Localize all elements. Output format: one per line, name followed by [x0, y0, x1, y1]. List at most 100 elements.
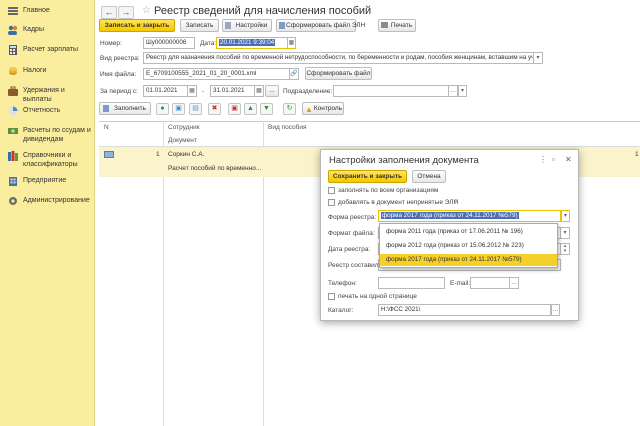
warning-icon: ▲: [305, 105, 313, 114]
move-up-icon[interactable]: ▲: [244, 103, 257, 115]
edit-row-icon[interactable]: ▤: [189, 103, 202, 115]
control-button[interactable]: ▲ Контроль: [302, 102, 344, 115]
calculator-icon: [7, 45, 18, 55]
forward-button[interactable]: →: [118, 6, 134, 19]
copy-row-icon[interactable]: ▣: [172, 103, 185, 115]
page-title: Реестр сведений для начисления пособий: [154, 5, 372, 17]
sidebar-item-label: Предприятие: [23, 177, 67, 184]
calendar-icon[interactable]: ▦: [188, 85, 197, 97]
date-value: 20.01.2021 9:39:04: [219, 39, 276, 46]
chevron-down-icon[interactable]: ▾: [534, 52, 543, 64]
chart-icon: [7, 106, 18, 116]
add-row-icon[interactable]: ●: [156, 103, 169, 115]
building-icon: [7, 176, 18, 186]
control-label: Контроль: [313, 105, 343, 112]
back-button[interactable]: ←: [101, 6, 117, 19]
gear-icon: [7, 196, 18, 206]
close-icon[interactable]: ✕: [565, 155, 572, 164]
chevron-down-icon[interactable]: ▾: [561, 227, 570, 239]
email-field[interactable]: [470, 277, 510, 289]
sidebar-item-deductions[interactable]: Удержания и выплаты: [0, 86, 95, 104]
help-icon[interactable]: ?: [454, 199, 458, 206]
fill-label: Заполнить: [114, 105, 146, 112]
link-icon[interactable]: 🔗: [290, 68, 299, 80]
settings-icon: [225, 22, 231, 29]
sidebar-item-taxes[interactable]: Налоги: [0, 66, 95, 76]
more-menu-icon[interactable]: ⋮: [539, 155, 547, 164]
period-select-button[interactable]: ...: [265, 85, 279, 97]
calendar-icon[interactable]: ▦: [255, 85, 264, 97]
phone-label: Телефон:: [328, 280, 357, 287]
sidebar-item-enterprise[interactable]: Предприятие: [0, 176, 95, 186]
refresh-icon[interactable]: ↻: [283, 103, 296, 115]
registry-type-field[interactable]: Реестр для назначения пособий по временн…: [143, 52, 534, 64]
sidebar-item-label: Кадры: [23, 26, 44, 33]
row-right-value: 1: [635, 151, 639, 158]
all-orgs-checkbox[interactable]: [328, 187, 335, 194]
sidebar-item-staff[interactable]: Кадры: [0, 25, 95, 35]
sidebar-item-main[interactable]: Главное: [0, 6, 95, 16]
maximize-icon[interactable]: ▫: [552, 155, 555, 164]
column-header-n[interactable]: N: [104, 124, 109, 131]
chevron-down-icon[interactable]: ▾: [561, 210, 570, 222]
coins-icon: [7, 66, 18, 76]
dropdown-option[interactable]: форма 2012 года (приказ от 15.06.2012 № …: [380, 240, 557, 252]
save-button[interactable]: Записать: [180, 19, 219, 32]
date-label: Дата:: [200, 40, 217, 47]
period-label: За период с:: [100, 88, 138, 95]
generate-file-button[interactable]: Сформировать файл: [305, 67, 372, 80]
dropdown-option-selected[interactable]: форма 2017 года (приказ от 24.11.2017 №5…: [380, 254, 557, 266]
number-field[interactable]: Шу000000006: [143, 37, 195, 49]
briefcase-icon: [7, 86, 18, 96]
calendar-icon[interactable]: ▦: [287, 37, 296, 49]
row-document: Расчет пособий по временно...: [168, 165, 262, 172]
menu-icon: [7, 6, 18, 16]
column-header-document[interactable]: Документ: [168, 137, 197, 144]
dialog-save-close-button[interactable]: Сохранить и закрыть: [328, 170, 407, 183]
more-icon[interactable]: …: [551, 304, 560, 316]
one-page-checkbox[interactable]: [328, 293, 335, 300]
registry-form-field[interactable]: форма 2017 года (приказ от 24.11.2017 №5…: [378, 210, 561, 222]
sidebar-item-references[interactable]: Справочники и классификаторы: [0, 151, 95, 169]
row-number: 1: [156, 151, 160, 158]
add-unaccepted-checkbox[interactable]: [328, 199, 335, 206]
settings-button[interactable]: Настройки: [222, 19, 272, 32]
period-to-field[interactable]: 31.01.2021: [210, 85, 255, 97]
sidebar-item-loans[interactable]: Расчеты по ссудам и дивидендам: [0, 126, 95, 144]
phone-field[interactable]: [378, 277, 445, 289]
generate-eln-label: Сформировать файл ЭЛН: [286, 22, 366, 29]
cancel-icon[interactable]: ▣: [228, 103, 241, 115]
stepper-icon[interactable]: ▴ ▾: [561, 243, 570, 255]
sidebar-item-label: Расчет зарплаты: [23, 46, 79, 53]
print-label: Печать: [390, 22, 413, 29]
print-button[interactable]: Печать: [378, 19, 416, 32]
subdivision-field[interactable]: [333, 85, 449, 97]
period-from-field[interactable]: 01.01.2021: [143, 85, 188, 97]
move-down-icon[interactable]: ▼: [260, 103, 273, 115]
all-orgs-label: заполнять по всем организациям: [338, 187, 439, 194]
catalog-field[interactable]: H:\ФСС 2021\: [378, 304, 551, 316]
file-icon: [279, 22, 285, 29]
sidebar-item-label: Справочники и классификаторы: [23, 152, 78, 168]
chevron-down-icon[interactable]: ▾: [458, 85, 467, 97]
fill-button[interactable]: Заполнить: [99, 102, 151, 115]
compiled-by-label: Реестр составил:: [328, 262, 381, 269]
more-icon[interactable]: …: [449, 85, 458, 97]
column-header-employee[interactable]: Сотрудник: [168, 124, 200, 131]
save-close-button[interactable]: Записать и закрыть: [99, 19, 175, 32]
delete-row-icon[interactable]: ✖: [208, 103, 221, 115]
filename-field[interactable]: E_6709100555_2021_01_20_0001.xml: [143, 68, 290, 80]
sidebar-item-reports[interactable]: Отчетность: [0, 106, 95, 116]
dropdown-option[interactable]: форма 2011 года (приказ от 17.06.2011 № …: [380, 226, 557, 238]
sidebar-item-admin[interactable]: Администрирование: [0, 196, 95, 206]
sidebar-item-payroll[interactable]: Расчет зарплаты: [0, 45, 95, 55]
column-header-benefit[interactable]: Вид пособия: [268, 124, 307, 131]
date-field[interactable]: 20.01.2021 9:39:04: [216, 37, 289, 49]
favorite-star-icon[interactable]: ☆: [142, 5, 151, 16]
more-icon[interactable]: …: [510, 277, 519, 289]
loan-icon: [7, 126, 18, 136]
dialog-cancel-button[interactable]: Отмена: [412, 170, 446, 183]
file-format-label: Формат файла:: [328, 230, 375, 237]
registry-date-label: Дата реестра:: [328, 246, 371, 253]
generate-eln-file-button[interactable]: Сформировать файл ЭЛН: [276, 19, 365, 32]
